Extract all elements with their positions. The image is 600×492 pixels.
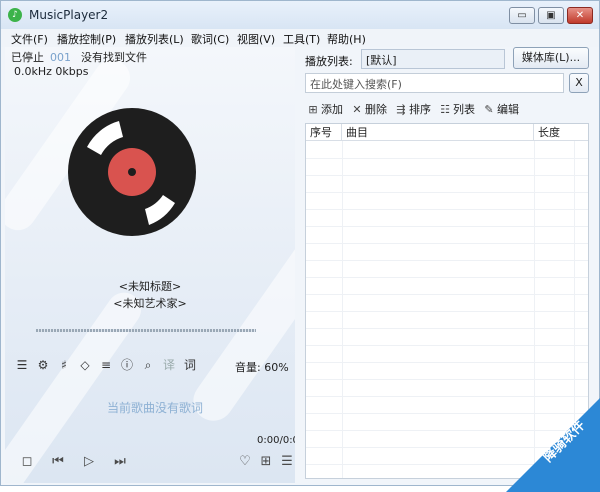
row-divider — [306, 175, 588, 176]
list-icon: ☷ — [440, 103, 450, 116]
row-divider — [306, 209, 588, 210]
close-button[interactable]: ✕ — [567, 7, 593, 24]
music-note-icon: ♪ — [8, 8, 22, 22]
watermark: 降骑软件 — [506, 392, 600, 492]
menu-view[interactable]: 视图(V) — [237, 31, 275, 47]
search-icon[interactable]: ⌕ — [140, 357, 156, 373]
sort-button[interactable]: ⇶ 排序 — [395, 101, 431, 117]
minimize-button[interactable]: ▭ — [509, 7, 535, 24]
album-cover-disc-icon — [68, 108, 196, 236]
next-icon[interactable]: ⏭ — [111, 453, 129, 471]
row-divider — [306, 379, 588, 380]
row-divider — [306, 243, 588, 244]
player-panel: 已停止 001 没有找到文件 0.0kHz 0kbps <未知标题> <未知艺术家>… — [5, 47, 295, 483]
playlist-icon[interactable]: ☰ — [278, 453, 295, 471]
time-display: 0:00/0:00 — [257, 435, 295, 446]
playlist-label: 播放列表: — [305, 55, 353, 68]
row-divider — [306, 362, 588, 363]
audio-format: 0.0kHz 0kbps — [14, 65, 89, 78]
info-icon[interactable]: ⓘ — [119, 357, 135, 373]
row-divider — [306, 192, 588, 193]
playback-status: 已停止 001 没有找到文件 — [11, 49, 147, 65]
progress-bar[interactable] — [36, 329, 256, 332]
column-header-number[interactable]: 序号 — [306, 124, 342, 141]
lyrics-placeholder: 当前歌曲没有歌词 — [106, 401, 203, 415]
volume-label[interactable]: 音量: 60% — [235, 359, 289, 375]
translate-button[interactable]: 译 — [161, 357, 177, 373]
delete-button[interactable]: ✕ 删除 — [351, 101, 387, 117]
edit-icon: ✎ — [484, 103, 494, 116]
menu-bar: 文件(F) 播放控制(P) 播放列表(L) 歌词(C) 视图(V) 工具(T) … — [1, 29, 599, 47]
menu-lyrics[interactable]: 歌词(C) — [191, 31, 229, 47]
play-icon[interactable]: ▷ — [80, 453, 98, 471]
status-text: 已停止 — [11, 51, 44, 64]
add-button[interactable]: ⊞ 添加 — [307, 101, 343, 117]
media-library-button[interactable]: 媒体库(L)... — [513, 47, 589, 69]
grid-icon[interactable]: ⊞ — [257, 453, 275, 471]
list-button[interactable]: ☷ 列表 — [439, 101, 475, 117]
file-status: 没有找到文件 — [81, 51, 147, 64]
row-divider — [306, 260, 588, 261]
window-title: MusicPlayer2 — [29, 8, 109, 22]
heart-icon[interactable]: ♡ — [236, 453, 254, 471]
row-divider — [306, 328, 588, 329]
menu-file[interactable]: 文件(F) — [11, 31, 48, 47]
menu-playlist[interactable]: 播放列表(L) — [125, 31, 184, 47]
menu-icon[interactable]: ☰ — [14, 357, 30, 373]
playlist-name-field: [默认] — [361, 49, 505, 69]
column-header-length[interactable]: 长度 — [534, 124, 588, 141]
song-artist: <未知艺术家> — [113, 297, 187, 310]
previous-icon[interactable]: ⏮ — [49, 453, 67, 471]
clear-search-button[interactable]: X — [569, 73, 589, 93]
row-divider — [306, 294, 588, 295]
delete-icon: ✕ — [352, 103, 362, 116]
track-number: 001 — [50, 51, 71, 64]
maximize-button[interactable]: ▣ — [538, 7, 564, 24]
sort-icon: ⇶ — [396, 103, 406, 116]
skin-icon[interactable]: ◇ — [77, 357, 93, 373]
menu-playback-control[interactable]: 播放控制(P) — [57, 31, 116, 47]
row-divider — [306, 311, 588, 312]
menu-tools[interactable]: 工具(T) — [283, 31, 320, 47]
playlist-actions: ⊞ 添加 ✕ 删除 ⇶ 排序 ☷ 列表 ✎ 编辑 — [307, 101, 587, 117]
settings-icon[interactable]: ⚙ — [35, 357, 51, 373]
equalizer-icon[interactable]: ♯ — [56, 357, 72, 373]
stop-icon[interactable]: ◻ — [18, 453, 36, 471]
row-divider — [306, 226, 588, 227]
row-divider — [306, 277, 588, 278]
title-bar[interactable]: ♪ MusicPlayer2 ▭ ▣ ✕ — [1, 1, 599, 29]
row-divider — [306, 345, 588, 346]
lines-icon[interactable]: ≡ — [98, 357, 114, 373]
lyrics-button[interactable]: 词 — [182, 357, 198, 373]
plus-icon: ⊞ — [308, 103, 318, 116]
menu-help[interactable]: 帮助(H) — [327, 31, 366, 47]
row-divider — [306, 158, 588, 159]
edit-button[interactable]: ✎ 编辑 — [483, 101, 519, 117]
column-header-track[interactable]: 曲目 — [342, 124, 534, 141]
search-input[interactable]: 在此处键入搜索(F) — [305, 73, 564, 93]
song-title: <未知标题> — [118, 280, 182, 293]
